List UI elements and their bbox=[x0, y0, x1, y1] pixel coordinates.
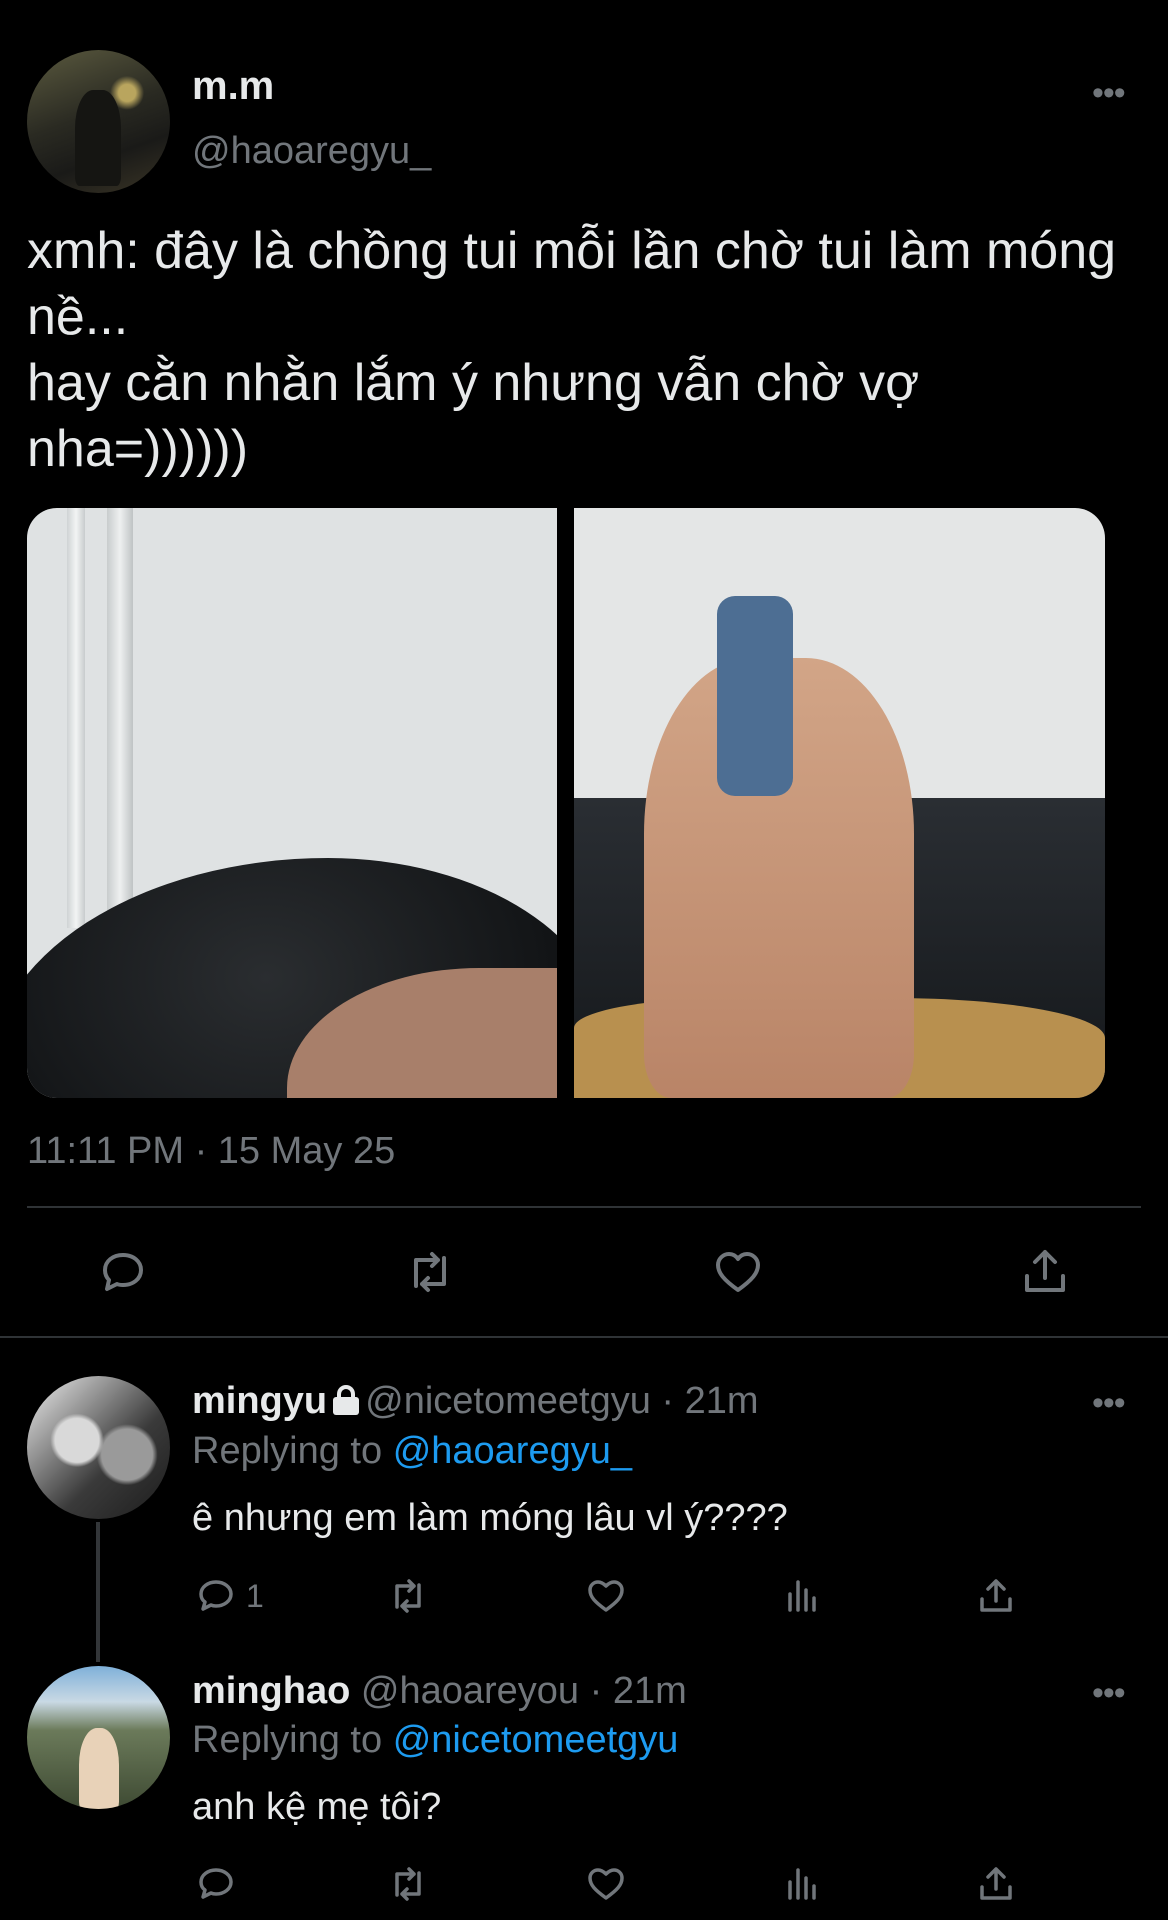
share-button[interactable] bbox=[974, 1574, 1018, 1618]
tweet-media[interactable] bbox=[27, 508, 1105, 1098]
author-handle[interactable]: @haoaregyu_ bbox=[192, 130, 431, 173]
reply-author-handle[interactable]: @haoareyou bbox=[361, 1670, 579, 1712]
heart-icon[interactable] bbox=[710, 1244, 766, 1300]
like-button[interactable] bbox=[584, 1574, 628, 1618]
reply-text: anh kệ mẹ tôi? bbox=[192, 1786, 442, 1828]
replying-prefix: Replying to bbox=[192, 1719, 383, 1761]
window-frame bbox=[67, 508, 85, 928]
reply-author-name[interactable]: minghao bbox=[192, 1670, 350, 1712]
replying-to-handle[interactable]: @haoaregyu_ bbox=[393, 1430, 632, 1472]
replying-to: Replying to @haoaregyu_ bbox=[192, 1430, 632, 1473]
author-avatar[interactable] bbox=[27, 50, 170, 193]
replying-to: Replying to @nicetomeetgyu bbox=[192, 1719, 678, 1762]
reply-button[interactable] bbox=[194, 1862, 238, 1906]
views-icon bbox=[788, 1868, 816, 1900]
reply-text: ê nhưng em làm móng lâu vl ý???? bbox=[192, 1497, 788, 1539]
tweet-timestamp[interactable]: 11:11 PM · 15 May 25 bbox=[27, 1130, 395, 1173]
replying-prefix: Replying to bbox=[192, 1430, 383, 1472]
views-button[interactable] bbox=[780, 1574, 824, 1618]
retweet-icon bbox=[395, 1579, 421, 1613]
lock-icon bbox=[333, 1385, 360, 1415]
like-button[interactable] bbox=[584, 1862, 628, 1906]
share-icon bbox=[980, 1867, 1012, 1900]
share-icon bbox=[980, 1579, 1012, 1612]
retweet-button[interactable] bbox=[386, 1574, 430, 1618]
reply-avatar[interactable] bbox=[27, 1376, 170, 1519]
retweet-button[interactable] bbox=[386, 1862, 430, 1906]
author-name[interactable]: m.m bbox=[192, 64, 274, 109]
reply-time[interactable]: · 21m bbox=[590, 1670, 687, 1712]
tweet-text: xmh: đây là chồng tui mỗi lần chờ tui là… bbox=[27, 222, 1117, 478]
reply-header: minghao @haoareyou · 21m bbox=[192, 1670, 687, 1713]
heart-icon bbox=[588, 1868, 624, 1900]
photo-right[interactable] bbox=[574, 508, 1105, 1098]
avatar-person bbox=[79, 1728, 119, 1809]
reply-header: mingyu @nicetomeetgyu · 21m bbox=[192, 1380, 759, 1423]
reply-icon bbox=[199, 1868, 233, 1899]
more-options-icon[interactable]: ••• bbox=[1092, 1674, 1126, 1713]
reply-author-handle[interactable]: @nicetomeetgyu bbox=[365, 1380, 651, 1422]
more-options-icon[interactable]: ••• bbox=[1092, 1384, 1126, 1423]
share-button[interactable] bbox=[974, 1862, 1018, 1906]
reply-author-name[interactable]: mingyu bbox=[192, 1380, 327, 1422]
reply-button[interactable]: 1 bbox=[194, 1574, 264, 1618]
thread-line bbox=[96, 1522, 100, 1662]
reply-icon bbox=[199, 1580, 233, 1611]
reply-count: 1 bbox=[246, 1577, 264, 1614]
reply-time[interactable]: · 21m bbox=[661, 1380, 758, 1422]
replying-to-handle[interactable]: @nicetomeetgyu bbox=[393, 1719, 679, 1761]
views-icon bbox=[788, 1580, 816, 1612]
divider bbox=[0, 1336, 1168, 1338]
phone bbox=[717, 596, 793, 796]
views-button[interactable] bbox=[780, 1862, 824, 1906]
photo-left[interactable] bbox=[27, 508, 557, 1098]
divider bbox=[27, 1206, 1141, 1208]
more-options-icon[interactable]: ••• bbox=[1092, 74, 1126, 113]
retweet-icon[interactable] bbox=[402, 1244, 458, 1300]
share-icon[interactable] bbox=[1017, 1244, 1073, 1300]
reply-icon[interactable] bbox=[95, 1244, 151, 1300]
retweet-icon bbox=[395, 1867, 421, 1901]
heart-icon bbox=[588, 1580, 624, 1612]
reply-avatar[interactable] bbox=[27, 1666, 170, 1809]
avatar-figure bbox=[75, 90, 121, 186]
